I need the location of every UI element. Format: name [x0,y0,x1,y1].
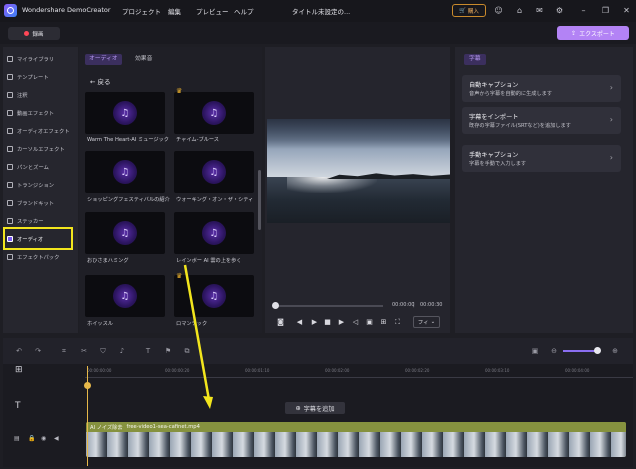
annotation-arrow [183,264,213,409]
